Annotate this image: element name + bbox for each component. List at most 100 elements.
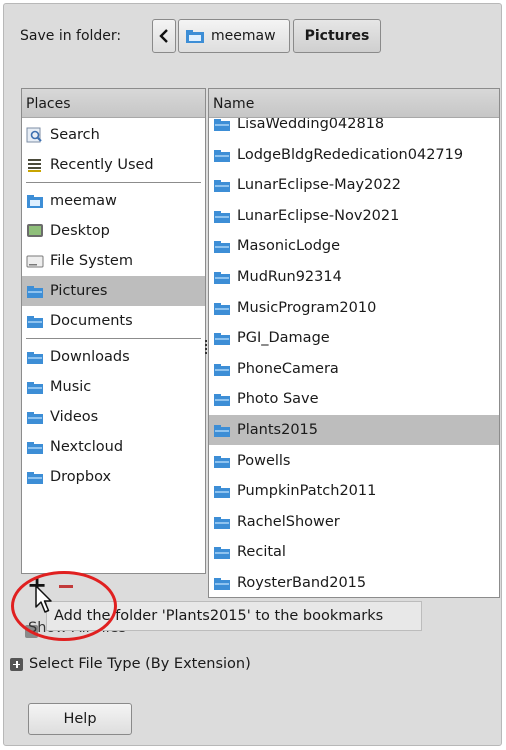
annotation-circle bbox=[11, 571, 117, 641]
file-name: PGI_Damage bbox=[237, 330, 330, 347]
folder-icon bbox=[213, 361, 231, 377]
folder-icon bbox=[213, 544, 231, 560]
sidebar-separator bbox=[26, 182, 201, 183]
sidebar-item-label: Pictures bbox=[50, 283, 108, 299]
file-name: LisaWedding042818 bbox=[237, 116, 385, 132]
file-name: PhoneCamera bbox=[237, 360, 339, 377]
sidebar-item-label: Search bbox=[50, 127, 100, 143]
file-name: PumpkinPatch2011 bbox=[237, 483, 377, 500]
sidebar-item[interactable]: Videos bbox=[22, 402, 205, 432]
path-button-label: meemaw bbox=[211, 28, 276, 44]
places-sidebar: Places Search Recently Used meemaw Desktop F… bbox=[21, 88, 206, 574]
folder-icon bbox=[26, 313, 44, 329]
folder-icon bbox=[26, 439, 44, 455]
recent-icon bbox=[26, 157, 44, 173]
file-row[interactable]: Recital bbox=[209, 537, 499, 567]
file-name: MasonicLodge bbox=[237, 238, 341, 255]
folder-icon bbox=[213, 269, 231, 285]
sidebar-item-label: Dropbox bbox=[50, 469, 112, 485]
folder-icon bbox=[213, 514, 231, 530]
file-name: Photo Save bbox=[237, 391, 319, 408]
sidebar-item[interactable]: meemaw bbox=[22, 186, 205, 216]
sidebar-item[interactable]: Recently Used bbox=[22, 150, 205, 180]
file-name: LunarEclipse-May2022 bbox=[237, 177, 402, 194]
file-name: Powells bbox=[237, 452, 291, 469]
expand-plus-icon bbox=[10, 657, 23, 671]
sidebar-item[interactable]: Nextcloud bbox=[22, 432, 205, 462]
sidebar-item-label: Recently Used bbox=[50, 157, 154, 173]
folder-icon bbox=[26, 379, 44, 395]
file-row[interactable]: RachelShower bbox=[209, 507, 499, 537]
sidebar-item-label: File System bbox=[50, 253, 133, 269]
file-row[interactable]: Powells bbox=[209, 446, 499, 476]
file-name: MusicProgram2010 bbox=[237, 299, 377, 316]
sidebar-item[interactable]: Desktop bbox=[22, 216, 205, 246]
file-row[interactable]: LodgeBldgRededication042719 bbox=[209, 140, 499, 170]
file-row[interactable]: PhoneCamera bbox=[209, 354, 499, 384]
drive-icon bbox=[26, 253, 44, 269]
path-back-button[interactable] bbox=[152, 19, 176, 53]
help-button[interactable]: Help bbox=[28, 703, 132, 735]
sidebar-item[interactable]: Music bbox=[22, 372, 205, 402]
home-folder-icon bbox=[186, 30, 204, 43]
file-name: Plants2015 bbox=[237, 422, 318, 438]
folder-icon bbox=[213, 422, 231, 438]
chevron-left-icon bbox=[159, 29, 168, 43]
home-folder-icon bbox=[26, 193, 44, 209]
sidebar-item[interactable]: Dropbox bbox=[22, 462, 205, 492]
file-list-pane: Name LisaWedding042818 LodgeBldgRededicat… bbox=[208, 88, 500, 598]
file-row[interactable]: PGI_Damage bbox=[209, 323, 499, 353]
sidebar-item-label: meemaw bbox=[50, 193, 117, 209]
folder-icon bbox=[213, 330, 231, 346]
file-name: Recital bbox=[237, 544, 286, 561]
file-row[interactable]: Plants2015 bbox=[209, 415, 499, 445]
folder-icon bbox=[213, 575, 231, 591]
folder-icon bbox=[213, 208, 231, 224]
file-row[interactable]: MudRun92314 bbox=[209, 262, 499, 292]
sidebar-item-label: Music bbox=[50, 379, 92, 395]
path-button-label: Pictures bbox=[304, 28, 370, 44]
folder-icon bbox=[26, 469, 44, 485]
folder-icon bbox=[213, 116, 231, 132]
sidebar-item-label: Documents bbox=[50, 313, 133, 329]
file-row[interactable]: LunarEclipse-May2022 bbox=[209, 170, 499, 200]
folder-icon bbox=[26, 283, 44, 299]
folder-icon bbox=[213, 391, 231, 407]
sidebar-item[interactable]: Documents bbox=[22, 306, 205, 336]
file-name: RachelShower bbox=[237, 513, 340, 530]
select-file-type-expander[interactable]: Select File Type (By Extension) bbox=[10, 656, 251, 672]
sidebar-item[interactable]: Pictures bbox=[22, 276, 205, 306]
file-row[interactable]: RoysterBand2015 bbox=[209, 568, 499, 597]
desktop-icon bbox=[26, 223, 44, 239]
sidebar-item[interactable]: Downloads bbox=[22, 342, 205, 372]
file-name: RoysterBand2015 bbox=[237, 575, 367, 591]
path-button-home[interactable]: meemaw bbox=[178, 19, 290, 53]
file-row[interactable]: LunarEclipse-Nov2021 bbox=[209, 201, 499, 231]
sidebar-separator bbox=[26, 338, 201, 339]
mouse-cursor-icon bbox=[35, 585, 52, 613]
sidebar-item-label: Nextcloud bbox=[50, 439, 124, 455]
file-row[interactable]: MusicProgram2010 bbox=[209, 293, 499, 323]
sidebar-item-label: Desktop bbox=[50, 223, 110, 239]
file-row[interactable]: MasonicLodge bbox=[209, 231, 499, 261]
sidebar-item[interactable]: File System bbox=[22, 246, 205, 276]
search-icon bbox=[26, 127, 44, 143]
sidebar-item-label: Videos bbox=[50, 409, 99, 425]
file-name: LodgeBldgRededication042719 bbox=[237, 146, 464, 163]
save-in-folder-label: Save in folder: bbox=[20, 28, 122, 44]
file-row[interactable]: Photo Save bbox=[209, 384, 499, 414]
sidebar-item[interactable]: Search bbox=[22, 120, 205, 150]
select-file-type-label: Select File Type (By Extension) bbox=[29, 656, 251, 672]
folder-icon bbox=[26, 349, 44, 365]
folder-icon bbox=[213, 238, 231, 254]
places-column-header[interactable]: Places bbox=[22, 89, 205, 118]
name-column-header[interactable]: Name bbox=[209, 89, 499, 118]
folder-icon bbox=[213, 483, 231, 499]
path-button-current[interactable]: Pictures bbox=[293, 19, 381, 53]
folder-icon bbox=[213, 147, 231, 163]
file-name: LunarEclipse-Nov2021 bbox=[237, 207, 400, 224]
folder-icon bbox=[26, 409, 44, 425]
sidebar-item-label: Downloads bbox=[50, 349, 130, 365]
folder-icon bbox=[213, 453, 231, 469]
file-row[interactable]: PumpkinPatch2011 bbox=[209, 476, 499, 506]
